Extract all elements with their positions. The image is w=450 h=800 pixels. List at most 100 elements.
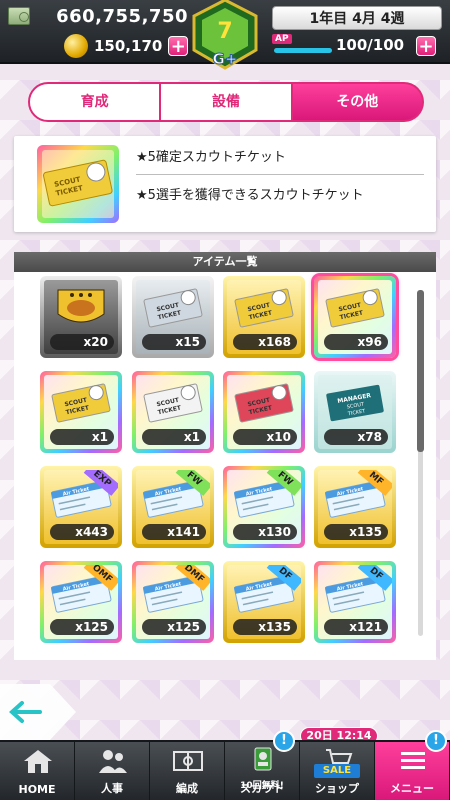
item-slot-body: Air Ticket DF x135 — [227, 565, 301, 639]
item-slot-body: SCOUT TICKET x96 — [318, 280, 392, 354]
club-emblem-icon[interactable]: 7 G+ — [188, 0, 262, 70]
nav-shop[interactable]: SALE ショップ — [300, 742, 375, 800]
nav-menu-label: メニュー — [390, 782, 434, 795]
item-slot[interactable]: Air Ticket FW x130 — [223, 466, 305, 548]
tab-training[interactable]: 育成 — [28, 82, 162, 122]
item-quantity: x141 — [142, 524, 206, 540]
item-slot[interactable]: x20 — [40, 276, 122, 358]
item-quantity: x125 — [142, 619, 206, 635]
item-quantity: x1 — [50, 429, 114, 445]
item-slot-body: Air Ticket MF x135 — [318, 470, 392, 544]
scout-ticket-icon: SCOUTTICKET — [143, 288, 203, 328]
tab-other[interactable]: その他 — [292, 82, 424, 122]
ap-label: AP — [272, 34, 292, 44]
menu-icon — [401, 752, 425, 769]
back-button[interactable] — [0, 684, 76, 740]
nav-scout[interactable]: ! 10回無料! スカウト — [225, 730, 300, 800]
item-grid: x20 SCOUT TICKET x15 SCOUT TICKET x168 SCOUT TIC… — [14, 272, 436, 660]
item-slot[interactable]: Air Ticket EXP x443 — [40, 466, 122, 548]
money-value: 660,755,750 — [56, 5, 188, 27]
nav-formation[interactable]: 編成 — [150, 742, 225, 800]
item-slot-body: Air Ticket DMF x125 — [136, 565, 210, 639]
item-slot[interactable]: Air Ticket DMF x125 — [132, 561, 214, 643]
scout-ticket-icon: SCOUTTICKET — [234, 383, 294, 423]
item-description: ★5選手を獲得できるスカウトチケット — [136, 188, 364, 203]
field-icon — [173, 751, 203, 771]
scout-ticket-icon: SCOUTTICKET — [143, 383, 203, 423]
bottom-nav: HOME 人事 編成 ! 10回無料! スカウト SALE ショップ ! メニュ… — [0, 730, 450, 800]
divider — [136, 174, 424, 175]
category-tabs: 育成 設備 その他 — [28, 82, 424, 122]
item-slot[interactable]: Air Ticket MF x135 — [314, 466, 396, 548]
item-slot-body: x20 — [44, 280, 118, 354]
scrollbar-thumb[interactable] — [417, 290, 424, 452]
item-slot[interactable]: SCOUT TICKET x168 — [223, 276, 305, 358]
item-quantity: x15 — [142, 334, 206, 350]
nav-personnel-label: 人事 — [101, 782, 123, 795]
nav-home-label: HOME — [18, 783, 56, 796]
item-slot[interactable]: Air Ticket FW x141 — [132, 466, 214, 548]
item-slot[interactable]: SCOUT TICKET x1 — [132, 371, 214, 453]
item-quantity: x443 — [50, 524, 114, 540]
item-detail-panel: SCOUT TICKET ★5確定スカウトチケット ★5選手を獲得できるスカウト… — [14, 136, 436, 232]
nav-personnel[interactable]: 人事 — [75, 742, 150, 800]
item-quantity: x10 — [233, 429, 297, 445]
nav-home[interactable]: HOME — [0, 742, 75, 800]
item-name: ★5確定スカウトチケット — [136, 150, 286, 165]
people-icon — [99, 750, 127, 773]
scout-ticket-icon: SCOUTTICKET — [51, 383, 111, 423]
add-ap-button[interactable]: + — [416, 36, 436, 57]
item-slot-body: SCOUT TICKET x10 — [227, 375, 301, 449]
item-slot-body: SCOUT TICKET x1 — [136, 375, 210, 449]
coin-display: 150,170 + — [64, 34, 189, 58]
item-quantity: x96 — [324, 334, 388, 350]
item-slot[interactable]: Air Ticket DF x121 — [314, 561, 396, 643]
item-quantity: x1 — [142, 429, 206, 445]
manager-ticket-icon: MANAGERSCOUTTICKET — [326, 384, 384, 422]
nav-formation-label: 編成 — [176, 782, 198, 795]
item-slot[interactable]: SCOUT TICKET x10 — [223, 371, 305, 453]
item-quantity: x130 — [233, 524, 297, 540]
item-quantity: x121 — [324, 619, 388, 635]
item-slot-body: Air Ticket EXP x443 — [44, 470, 118, 544]
money-display: 660,755,750 — [8, 4, 188, 28]
ap-gauge — [274, 48, 332, 53]
item-slot-body: Air Ticket DF x121 — [318, 565, 392, 639]
scout-icon — [254, 747, 272, 771]
item-quantity: x20 — [50, 334, 114, 350]
item-quantity: x78 — [324, 429, 388, 445]
add-coins-button[interactable]: + — [168, 36, 189, 57]
item-slot[interactable]: SCOUT TICKET x1 — [40, 371, 122, 453]
sale-badge: SALE — [314, 764, 360, 778]
item-slot-body: SCOUT TICKET x168 — [227, 280, 301, 354]
item-slot-body: MANAGER SCOUT TICKET x78 — [318, 375, 392, 449]
pastry-badge-icon — [57, 289, 105, 323]
item-slot-body: SCOUT TICKET x1 — [44, 375, 118, 449]
ap-value: 100/100 — [336, 36, 405, 54]
rank-label: G+ — [213, 50, 238, 68]
item-slot[interactable]: Air Ticket OMF x125 — [40, 561, 122, 643]
scout-ticket-icon: SCOUTTICKET — [234, 288, 294, 328]
status-bar: 660,755,750 150,170 + 7 G+ 1年目 4月 4週 AP … — [0, 0, 450, 70]
nav-menu[interactable]: ! メニュー — [375, 730, 450, 800]
ap-display: AP 100/100 + — [272, 34, 442, 58]
nav-shop-label: ショップ — [315, 782, 359, 795]
money-icon — [8, 7, 31, 25]
item-slot[interactable]: Air Ticket DF x135 — [223, 561, 305, 643]
item-slot-body: Air Ticket FW x130 — [227, 470, 301, 544]
coin-icon — [64, 34, 88, 58]
item-slot-body: SCOUT TICKET x15 — [136, 280, 210, 354]
item-list-header: アイテム一覧 — [14, 252, 436, 272]
nav-scout-label: スカウト — [240, 782, 284, 795]
selected-item-thumbnail: SCOUT TICKET — [37, 145, 119, 223]
item-slot[interactable]: MANAGER SCOUT TICKET x78 — [314, 371, 396, 453]
item-quantity: x135 — [233, 619, 297, 635]
home-icon — [24, 750, 52, 773]
scout-ticket-icon: SCOUTTICKET — [325, 288, 385, 328]
tab-facilities[interactable]: 設備 — [161, 82, 293, 122]
item-quantity: x125 — [50, 619, 114, 635]
item-slot[interactable]: SCOUT TICKET x96 — [314, 276, 396, 358]
item-quantity: x135 — [324, 524, 388, 540]
item-slot[interactable]: SCOUT TICKET x15 — [132, 276, 214, 358]
week-display: 1年目 4月 4週 — [272, 6, 442, 30]
